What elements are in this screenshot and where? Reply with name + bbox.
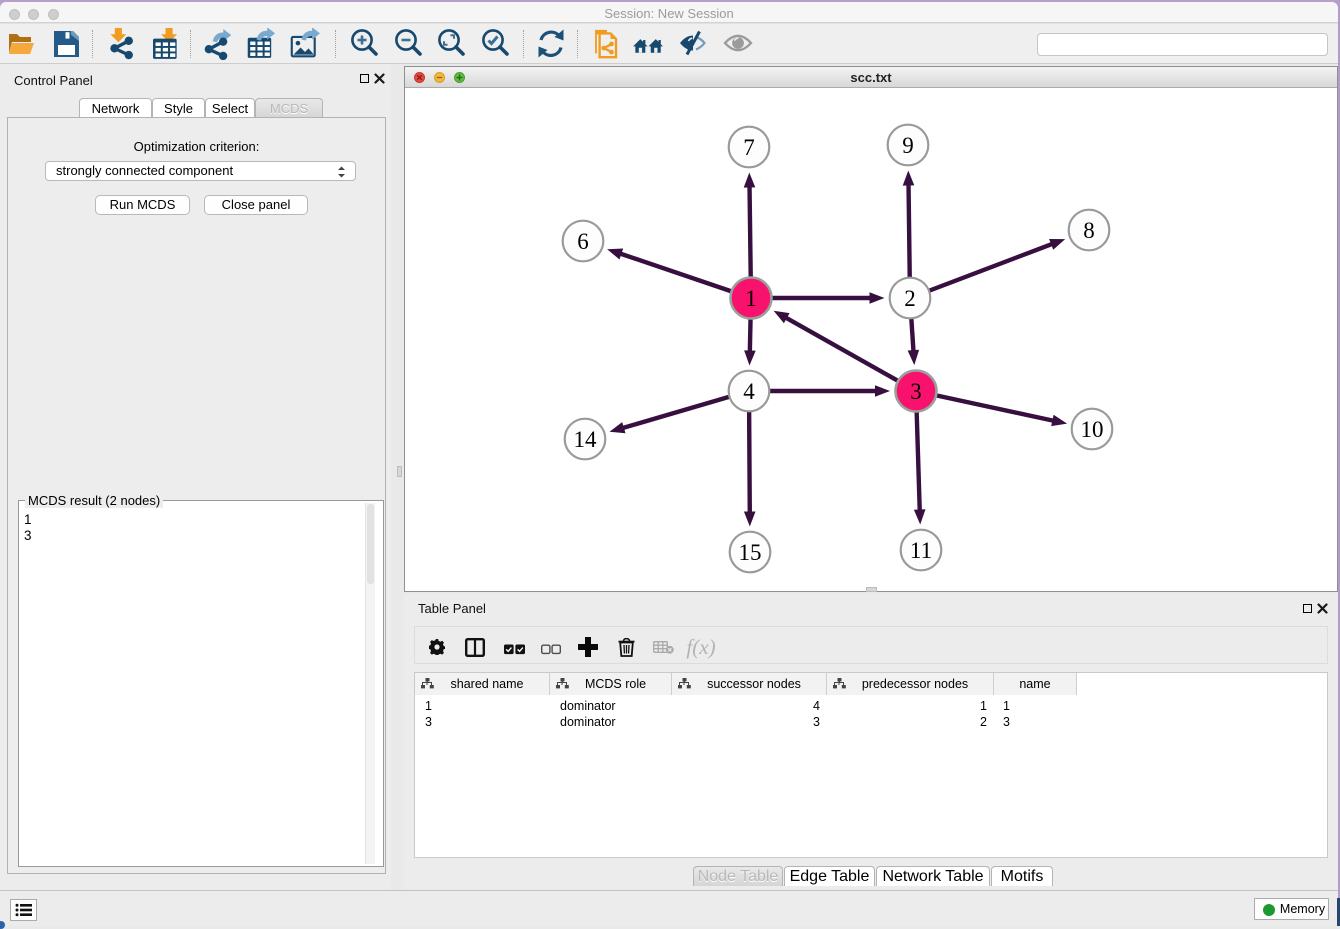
svg-text:14: 14	[574, 427, 598, 452]
svg-text:2: 2	[904, 286, 916, 311]
svg-text:11: 11	[910, 538, 932, 563]
svg-text:15: 15	[739, 540, 762, 565]
svg-text:4: 4	[743, 379, 755, 404]
svg-text:6: 6	[577, 229, 589, 254]
svg-text:1: 1	[745, 286, 757, 311]
svg-text:10: 10	[1081, 417, 1104, 442]
svg-text:7: 7	[743, 135, 755, 160]
svg-text:3: 3	[910, 379, 922, 404]
svg-text:8: 8	[1083, 218, 1095, 243]
svg-text:9: 9	[902, 133, 914, 158]
